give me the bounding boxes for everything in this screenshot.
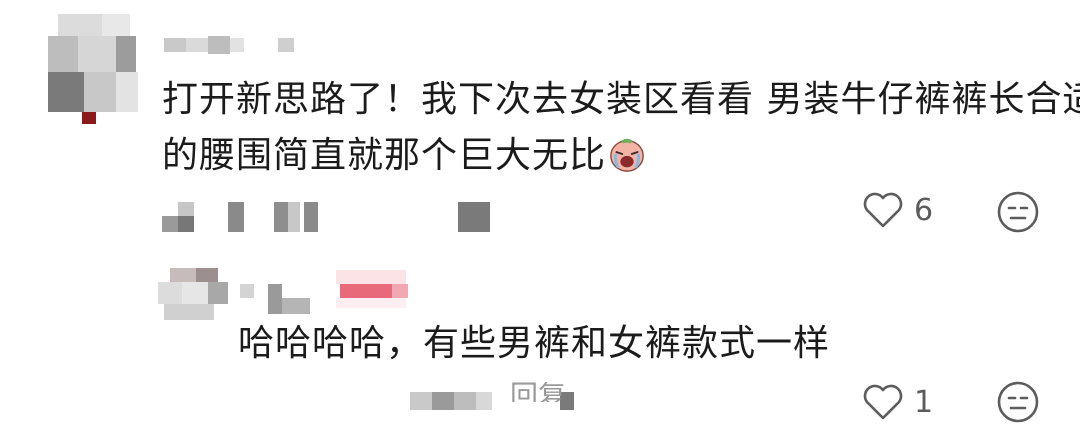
- reply-text: 哈哈哈哈，有些男裤和女裤款式一样: [238, 323, 831, 364]
- heart-outline-icon: [863, 192, 903, 228]
- neutral-face-icon: [997, 191, 1039, 233]
- reply-like-count: 1: [914, 384, 934, 420]
- comment-text-line2-wrap: 的腰围简直就那个巨大无比: [162, 128, 1080, 184]
- like-button[interactable]: 6: [862, 190, 933, 230]
- comment-text-line1: 打开新思路了！我下次去女装区看看 男装牛仔裤裤长合适: [162, 79, 1080, 120]
- reply-link[interactable]: 回复: [510, 382, 570, 402]
- dislike-button[interactable]: [996, 190, 1040, 238]
- comment-text-line2: 的腰围简直就那个巨大无比: [162, 135, 607, 176]
- username[interactable]: [164, 36, 304, 56]
- like-count: 6: [914, 192, 934, 228]
- comment-meta: [162, 200, 502, 234]
- reply-label: 回复: [510, 382, 567, 402]
- neutral-face-icon: [997, 381, 1039, 423]
- avatar[interactable]: [48, 14, 138, 124]
- reply-dislike-button[interactable]: [996, 380, 1040, 428]
- reply-username[interactable]: [240, 270, 420, 316]
- comment-text: 打开新思路了！我下次去女装区看看 男装牛仔裤裤长合适 的腰围简直就那个巨大无比: [162, 72, 1080, 184]
- reply-avatar[interactable]: [158, 268, 230, 322]
- reply-like-button[interactable]: 1: [862, 382, 933, 422]
- heart-outline-icon: [863, 384, 903, 420]
- crying-face-emoji: [610, 138, 644, 172]
